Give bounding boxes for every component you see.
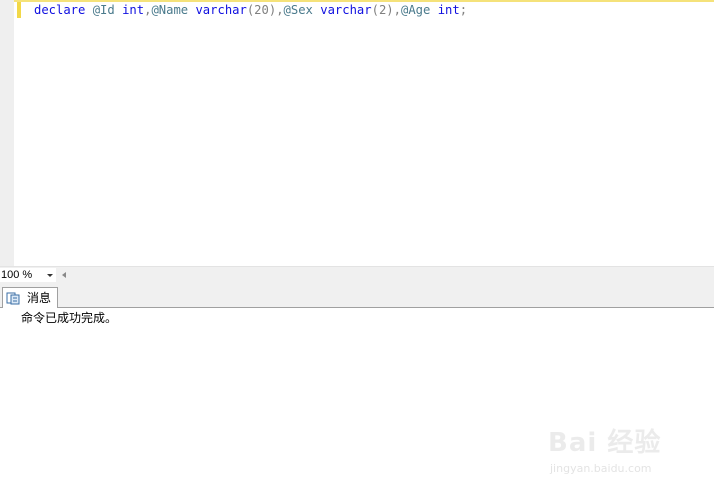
code-token: varchar xyxy=(320,3,372,17)
code-token: ; xyxy=(459,3,468,17)
code-token: , xyxy=(393,3,401,17)
tab-messages[interactable]: 消息 xyxy=(2,287,58,308)
messages-icon xyxy=(6,292,20,305)
scroll-left-icon[interactable] xyxy=(62,272,66,278)
editor-top-border xyxy=(0,0,714,2)
baidu-jingyan-watermark: Bai 经验 jingyan.baidu.com xyxy=(548,418,678,480)
code-token: @Id xyxy=(92,3,115,17)
results-tabbar: 消息 xyxy=(0,283,714,308)
tab-messages-label: 消息 xyxy=(27,291,52,305)
code-token: (20) xyxy=(246,3,277,17)
code-token: , xyxy=(276,3,284,17)
code-token: declare xyxy=(34,3,86,17)
change-marker xyxy=(17,2,21,18)
zoom-dropdown[interactable]: 100 % xyxy=(0,268,56,282)
code-token: (2) xyxy=(371,3,394,17)
code-token: varchar xyxy=(195,3,247,17)
code-token: @Name xyxy=(151,3,189,17)
code-token: int xyxy=(437,3,460,17)
code-token: @Age xyxy=(400,3,431,17)
code-line[interactable]: declare @Id int,@Name varchar(20),@Sex v… xyxy=(34,3,467,18)
code-token: @Sex xyxy=(283,3,313,17)
editor-statusbar: 100 % xyxy=(0,266,714,283)
code-token: int xyxy=(122,3,145,17)
watermark-url: jingyan.baidu.com xyxy=(550,462,652,475)
chevron-down-icon[interactable] xyxy=(47,274,53,277)
watermark-logo-text: Bai 经验 xyxy=(548,428,662,458)
editor-gutter xyxy=(0,0,14,266)
zoom-value: 100 % xyxy=(1,269,33,281)
query-editor[interactable]: declare @Id int,@Name varchar(20),@Sex v… xyxy=(0,0,714,266)
result-message: 命令已成功完成。 xyxy=(21,311,118,325)
